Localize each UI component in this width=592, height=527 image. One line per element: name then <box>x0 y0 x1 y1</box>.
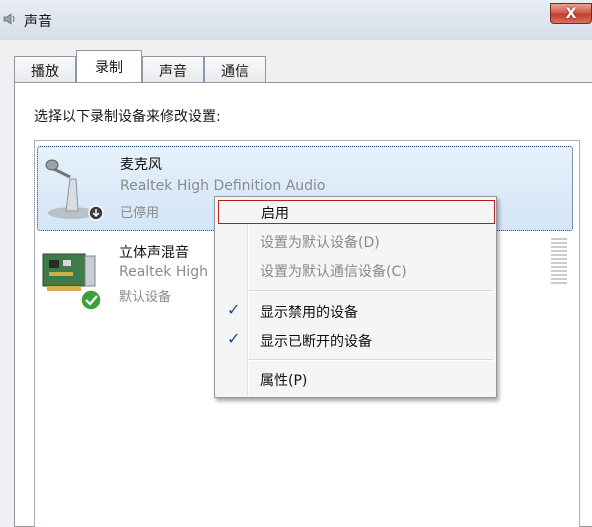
menu-item-label: 设置为默认设备(D) <box>260 235 380 251</box>
speaker-icon <box>2 11 18 27</box>
menu-item-show-disconnected[interactable]: ✓ 显示已断开的设备 <box>215 328 496 352</box>
checkmark-icon: ✓ <box>227 329 241 348</box>
menu-item-properties[interactable]: 属性(P) <box>215 367 496 391</box>
device-description: Realtek High <box>119 264 209 280</box>
tab-communications[interactable]: 通信 <box>204 56 266 84</box>
device-name: 麦克风 <box>120 157 162 173</box>
tab-sounds[interactable]: 声音 <box>142 56 204 84</box>
title-bar: 声音 X <box>0 0 592 40</box>
instruction-text: 选择以下录制设备来修改设置: <box>34 109 221 125</box>
menu-item-label: 属性(P) <box>260 373 308 389</box>
menu-item-show-disabled[interactable]: ✓ 显示禁用的设备 <box>215 299 496 323</box>
device-status: 已停用 <box>120 206 160 221</box>
device-description: Realtek High Definition Audio <box>120 178 326 194</box>
close-button[interactable]: X <box>550 3 592 24</box>
tab-recording[interactable]: 录制 <box>76 50 142 82</box>
checkmark-icon: ✓ <box>227 300 241 319</box>
menu-item-set-default-comm: 设置为默认通信设备(C) <box>215 258 496 282</box>
menu-item-label: 设置为默认通信设备(C) <box>260 264 407 280</box>
tab-playback[interactable]: 播放 <box>14 56 76 84</box>
close-icon: X <box>565 5 577 22</box>
menu-separator <box>249 359 493 361</box>
device-name: 立体声混音 <box>119 245 189 261</box>
level-meter <box>551 238 567 288</box>
window-title: 声音 <box>24 14 52 30</box>
menu-item-set-default: 设置为默认设备(D) <box>215 229 496 253</box>
menu-item-enable[interactable]: 启用 <box>218 200 495 224</box>
menu-separator <box>249 290 493 292</box>
menu-item-label: 显示禁用的设备 <box>260 305 358 321</box>
context-menu: 启用 设置为默认设备(D) 设置为默认通信设备(C) ✓ 显示禁用的设备 ✓ 显… <box>214 196 497 398</box>
device-status: 默认设备 <box>119 290 172 305</box>
menu-item-label: 启用 <box>261 206 289 222</box>
menu-item-label: 显示已断开的设备 <box>260 334 372 350</box>
microphone-icon <box>44 153 108 225</box>
sound-card-icon <box>41 246 102 316</box>
